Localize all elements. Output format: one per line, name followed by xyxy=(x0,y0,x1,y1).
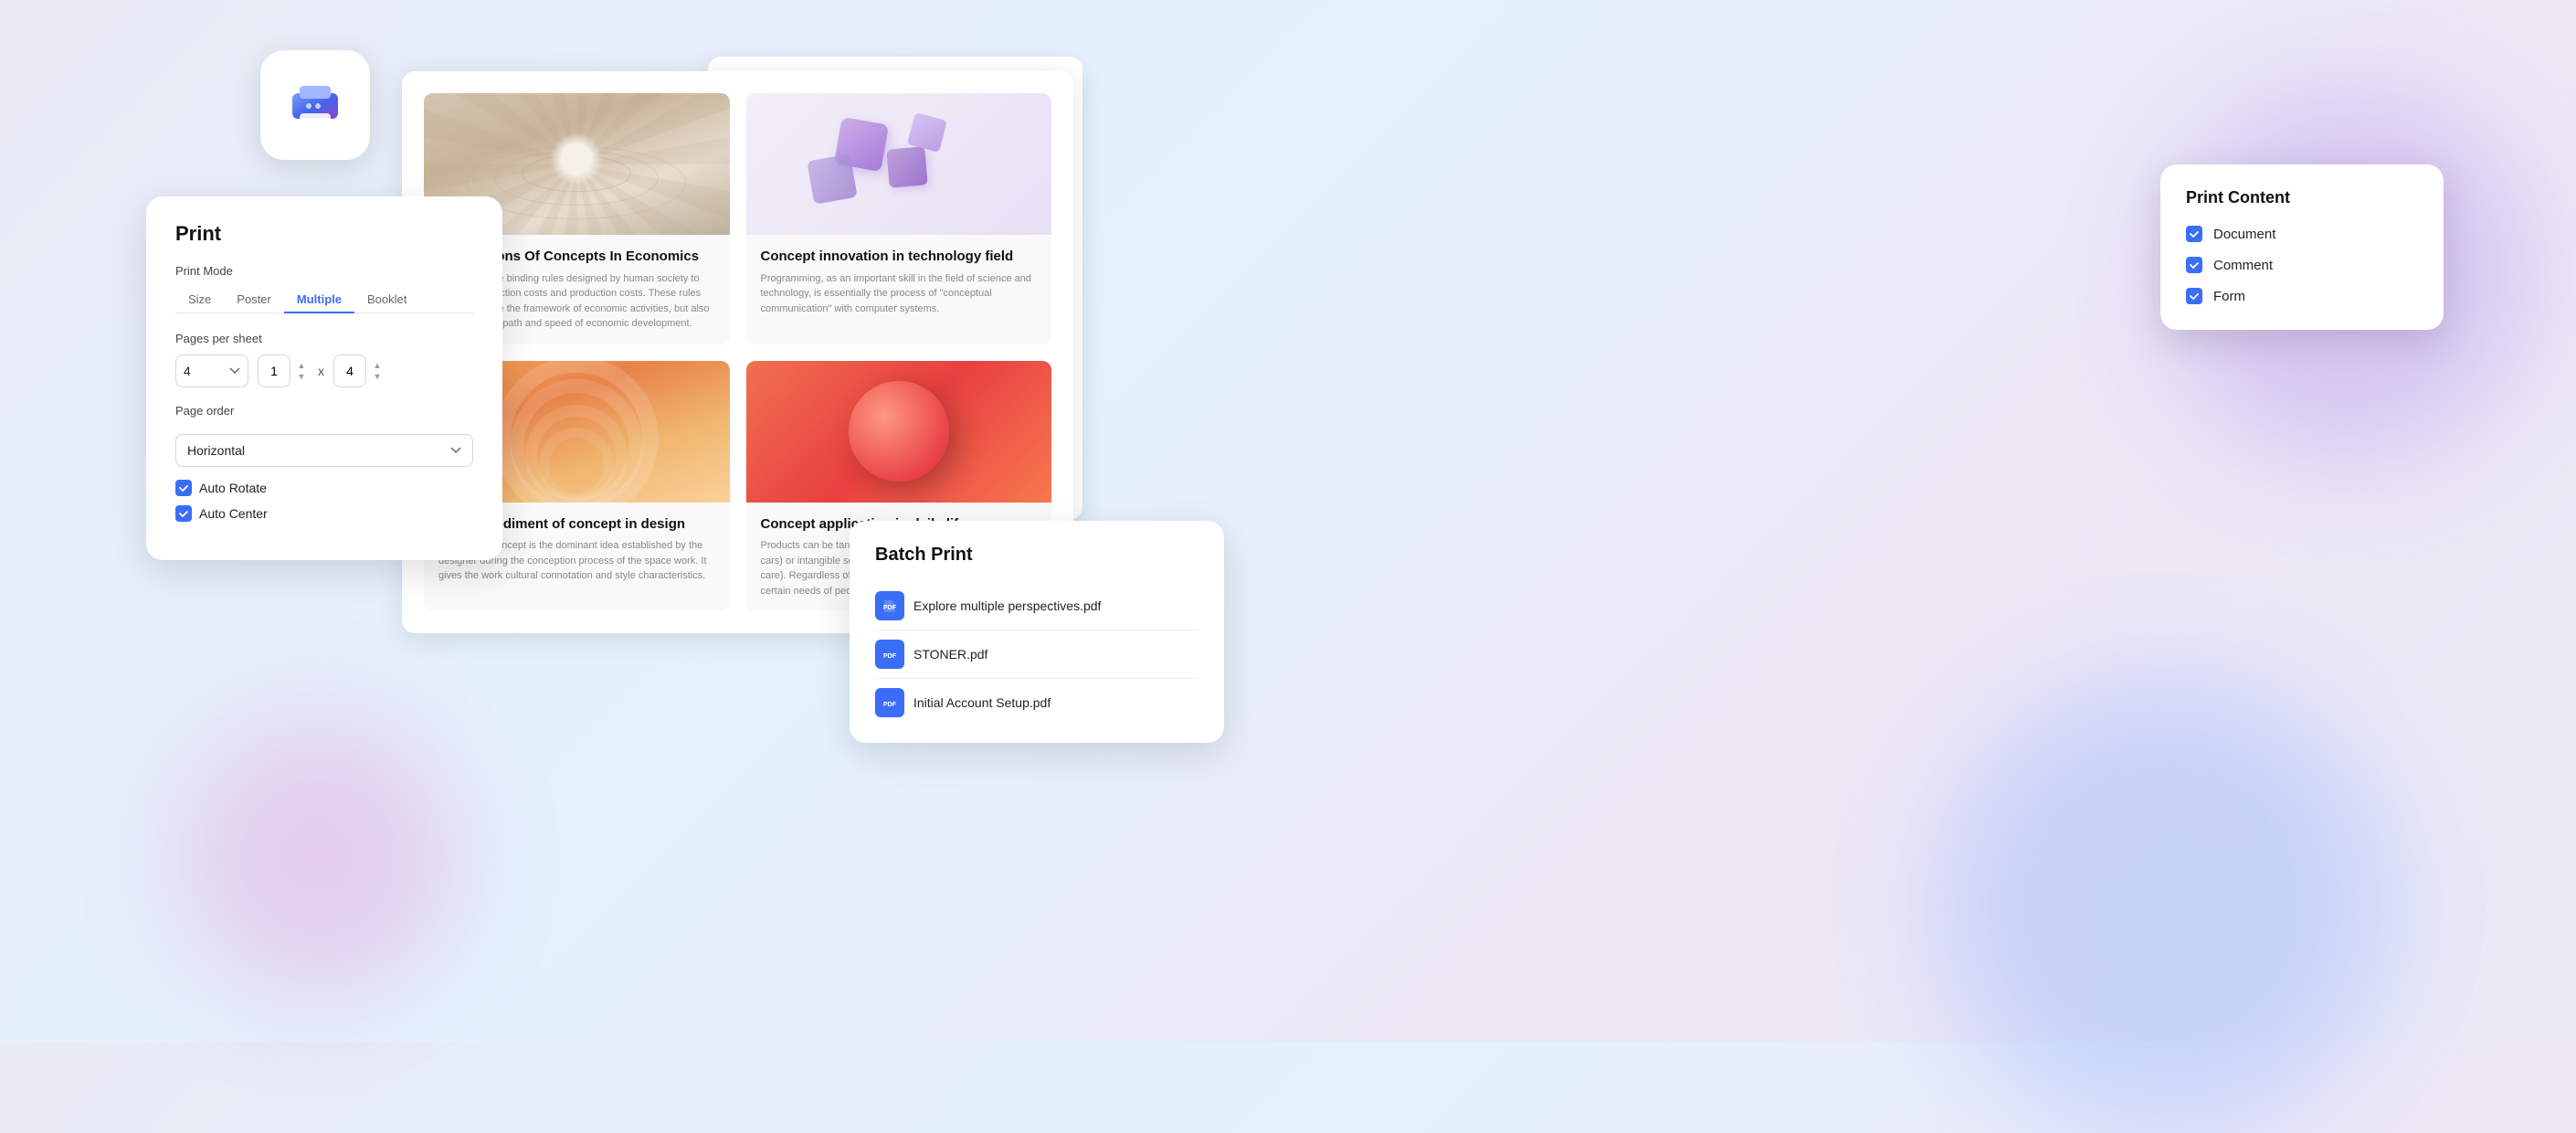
auto-center-label: Auto Center xyxy=(199,506,268,521)
print-content-title: Print Content xyxy=(2186,188,2418,207)
pages-per-sheet-section: Pages per sheet 4 1 2 6 9 16 ▲ ▼ x xyxy=(175,332,473,387)
pdf-file-icon: PDF xyxy=(881,597,899,615)
doc-card-2-title: Concept innovation in technology field xyxy=(761,248,1038,266)
checkmark-icon xyxy=(178,482,189,493)
batch-print-title: Batch Print xyxy=(875,545,1198,566)
print-panel: Print Print Mode Size Poster Multiple Bo… xyxy=(146,196,502,560)
printer-svg xyxy=(283,73,347,137)
svg-text:PDF: PDF xyxy=(883,605,897,611)
batch-print-panel: Batch Print PDF Explore multiple perspec… xyxy=(850,521,1224,743)
svg-text:PDF: PDF xyxy=(883,653,897,660)
pdf-file-icon-3: PDF xyxy=(881,694,899,712)
bp-file-1[interactable]: PDF Explore multiple perspectives.pdf xyxy=(875,582,1198,630)
form-label: Form xyxy=(2213,289,2245,304)
auto-rotate-checkbox[interactable] xyxy=(175,480,192,496)
grid-cols-input[interactable] xyxy=(258,355,290,387)
bp-file-1-name: Explore multiple perspectives.pdf xyxy=(913,598,1101,613)
print-mode-tabs: Size Poster Multiple Booklet xyxy=(175,287,473,313)
cols-stepper[interactable]: ▲ ▼ xyxy=(294,355,309,387)
print-content-form-row[interactable]: Form xyxy=(2186,288,2418,304)
bp-file-3-name: Initial Account Setup.pdf xyxy=(913,695,1050,710)
pdf-file-icon-2: PDF xyxy=(881,645,899,663)
print-content-document-row[interactable]: Document xyxy=(2186,226,2418,242)
checkmark-doc xyxy=(2189,228,2200,239)
auto-rotate-label: Auto Rotate xyxy=(199,481,267,495)
blob-blue-decoration xyxy=(1937,676,2393,1133)
comment-checkbox[interactable] xyxy=(2186,257,2202,273)
pps-x-label: x xyxy=(318,364,324,378)
doc-card-2-text: Programming, as an important skill in th… xyxy=(761,271,1038,317)
doc-card-2-image xyxy=(746,93,1052,235)
document-label: Document xyxy=(2213,227,2275,242)
tab-poster[interactable]: Poster xyxy=(224,287,284,313)
rows-stepper[interactable]: ▲ ▼ xyxy=(370,355,385,387)
checkmark-form xyxy=(2189,291,2200,302)
auto-center-row[interactable]: Auto Center xyxy=(175,505,473,522)
doc-card-4-image xyxy=(746,361,1052,503)
pdf-icon-2: PDF xyxy=(875,640,904,669)
bp-file-2-name: STONER.pdf xyxy=(913,647,987,662)
svg-text:PDF: PDF xyxy=(883,702,897,708)
doc-card-2: Concept innovation in technology field P… xyxy=(746,93,1052,344)
pdf-icon-1: PDF xyxy=(875,591,904,620)
checkmark-icon-2 xyxy=(178,508,189,519)
bp-file-3[interactable]: PDF Initial Account Setup.pdf xyxy=(875,679,1198,717)
pdf-icon-3: PDF xyxy=(875,688,904,717)
checkmark-comment xyxy=(2189,259,2200,270)
page-order-section: Page order Horizontal Vertical Reverse H… xyxy=(175,404,473,467)
pages-per-sheet-select[interactable]: 4 1 2 6 9 16 xyxy=(175,355,248,387)
page-order-select[interactable]: Horizontal Vertical Reverse Horizontal R… xyxy=(175,434,473,467)
tab-size[interactable]: Size xyxy=(175,287,224,313)
form-checkbox[interactable] xyxy=(2186,288,2202,304)
print-panel-title: Print xyxy=(175,222,473,246)
print-content-comment-row[interactable]: Comment xyxy=(2186,257,2418,273)
print-mode-label: Print Mode xyxy=(175,264,473,278)
document-checkbox[interactable] xyxy=(2186,226,2202,242)
tab-booklet[interactable]: Booklet xyxy=(354,287,419,313)
auto-rotate-row[interactable]: Auto Rotate xyxy=(175,480,473,496)
tab-multiple[interactable]: Multiple xyxy=(284,287,354,313)
print-content-panel: Print Content Document Comment Form xyxy=(2160,164,2444,330)
doc-card-2-body: Concept innovation in technology field P… xyxy=(746,235,1052,329)
pages-per-sheet-label: Pages per sheet xyxy=(175,332,473,345)
pages-per-sheet-row: 4 1 2 6 9 16 ▲ ▼ x ▲ ▼ xyxy=(175,355,473,387)
comment-label: Comment xyxy=(2213,258,2273,273)
auto-center-checkbox[interactable] xyxy=(175,505,192,522)
page-order-label: Page order xyxy=(175,404,473,418)
grid-rows-input[interactable] xyxy=(333,355,366,387)
blob-pink-decoration xyxy=(183,722,457,996)
app-icon xyxy=(260,50,370,160)
bp-file-2[interactable]: PDF STONER.pdf xyxy=(875,630,1198,679)
